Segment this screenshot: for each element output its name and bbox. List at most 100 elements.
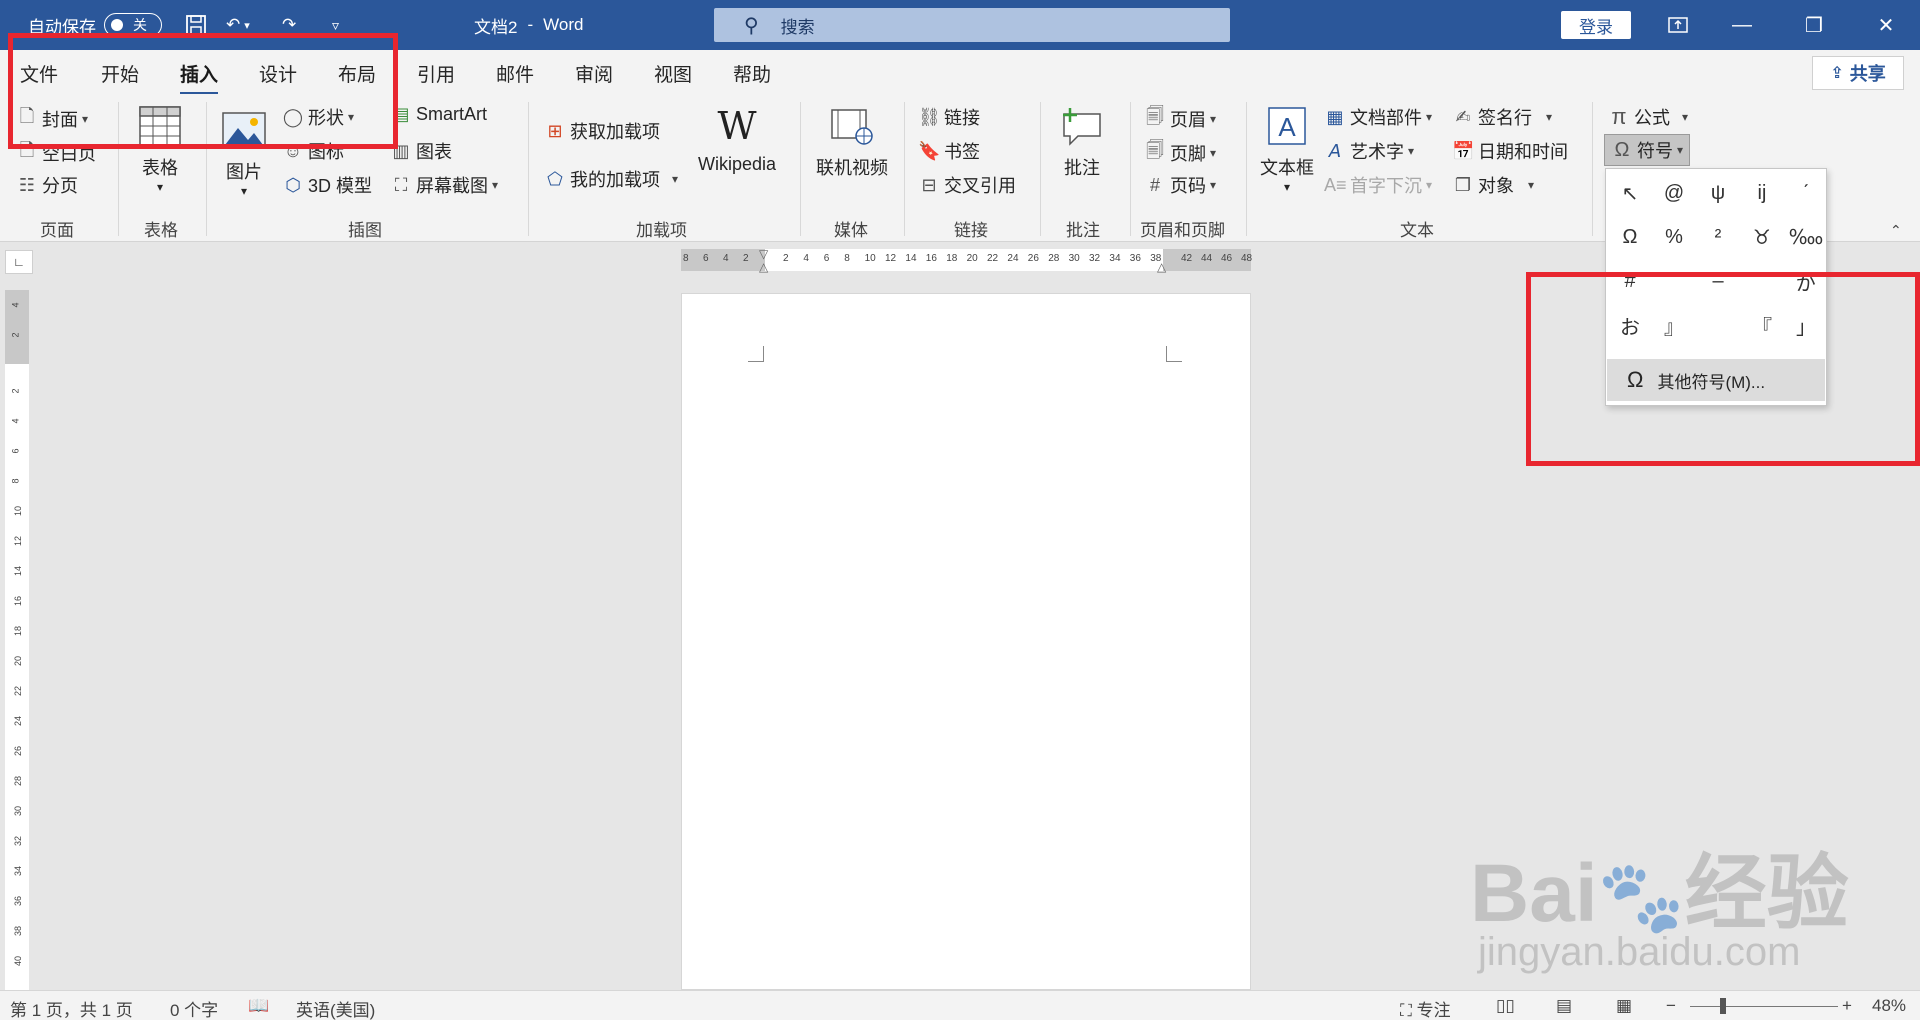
focus-mode-button[interactable]: ⛶ 专注 <box>1400 996 1451 1020</box>
search-input[interactable]: ⚲ 搜索 <box>714 8 1230 42</box>
chevron-down-icon: ▾ <box>1677 143 1684 157</box>
share-label: 共享 <box>1849 64 1886 84</box>
ruler-number: 36 <box>13 895 24 907</box>
tab-help[interactable]: 帮助 <box>733 60 771 87</box>
symbol-cell[interactable]: ♉ <box>1740 215 1784 259</box>
word-count[interactable]: 0 个字 <box>170 996 218 1020</box>
link-icon: ⛓ <box>918 106 941 127</box>
document-name: 文档2 <box>474 17 518 37</box>
collapse-ribbon-icon[interactable]: ⌃ <box>1890 222 1902 239</box>
proofing-icon[interactable]: 📖 <box>248 996 269 1016</box>
ruler-number: 10 <box>13 505 24 517</box>
page-break-button[interactable]: ☷ 分页 <box>16 172 78 198</box>
get-addins-button[interactable]: ⊞ 获取加载项 <box>544 118 660 144</box>
tab-references[interactable]: 引用 <box>417 60 455 87</box>
symbol-cell[interactable]: ↖ <box>1608 171 1652 215</box>
symbol-cell[interactable]: @ <box>1652 171 1696 215</box>
web-layout-icon[interactable]: ▦ <box>1616 996 1632 1016</box>
smartart-label: SmartArt <box>416 104 488 124</box>
read-mode-icon[interactable]: ▯▯ <box>1496 996 1515 1016</box>
tab-review[interactable]: 审阅 <box>575 60 613 87</box>
share-icon: ⇪ <box>1830 65 1844 82</box>
symbol-cell[interactable]: ‱ <box>1784 215 1828 259</box>
chevron-down-icon: ▾ <box>1210 112 1217 126</box>
cross-reference-button[interactable]: ⊟ 交叉引用 <box>918 172 1016 198</box>
wordart-button[interactable]: 𝘈 艺术字 ▾ <box>1324 138 1414 164</box>
bookmark-button[interactable]: 🔖 书签 <box>918 138 980 164</box>
watermark-brand2-text: 经验 <box>1684 848 1849 939</box>
ribbon-display-options-icon[interactable] <box>1646 0 1710 50</box>
wikipedia-button[interactable]: W Wikipedia <box>698 104 776 175</box>
ruler-number: 24 <box>13 715 24 727</box>
zoom-slider[interactable] <box>1690 998 1838 1014</box>
page-break-icon: ☷ <box>18 174 36 195</box>
tab-view[interactable]: 视图 <box>654 60 692 87</box>
get-addins-label: 获取加载项 <box>570 122 660 142</box>
app-name: Word <box>543 15 584 34</box>
smartart-button[interactable]: ▤ SmartArt <box>390 104 487 125</box>
login-button[interactable]: 登录 <box>1561 11 1631 39</box>
symbol-cell[interactable]: ĳ <box>1740 171 1784 215</box>
document-page[interactable] <box>681 293 1251 990</box>
page-break-label: 分页 <box>42 176 78 196</box>
share-button[interactable]: ⇪ 共享 <box>1812 56 1904 90</box>
page-number-button[interactable]: # 页码 ▾ <box>1144 172 1216 198</box>
drop-cap-button[interactable]: A≡ 首字下沉 ▾ <box>1324 172 1432 198</box>
symbol-cell[interactable]: ψ <box>1696 171 1740 215</box>
symbol-cell[interactable]: ² <box>1696 215 1740 259</box>
first-line-indent-marker[interactable]: ▽ <box>759 247 768 261</box>
zoom-slider-thumb[interactable] <box>1720 998 1726 1014</box>
ruler-number: 4 <box>10 302 21 308</box>
zoom-out-icon[interactable]: − <box>1666 996 1676 1016</box>
3d-model-button[interactable]: ⬡ 3D 模型 <box>282 172 372 198</box>
object-label: 对象 <box>1478 176 1514 196</box>
language-status[interactable]: 英语(美国) <box>296 996 375 1020</box>
object-button[interactable]: ❐ 对象 ▾ <box>1452 172 1534 198</box>
signature-line-button[interactable]: ✍ 签名行 ▾ <box>1452 104 1552 130</box>
comment-button[interactable]: 批注 <box>1060 104 1104 180</box>
symbol-button[interactable]: Ω 符号 ▾ <box>1604 134 1691 166</box>
symbol-cell[interactable]: ˊ <box>1784 171 1828 215</box>
ruler-number: 10 <box>864 253 876 264</box>
hanging-indent-marker[interactable]: △ <box>759 260 768 274</box>
link-button[interactable]: ⛓ 链接 <box>918 104 980 130</box>
restore-icon[interactable]: ❐ <box>1782 0 1846 50</box>
group-label-addins: 加载项 <box>636 221 687 240</box>
zoom-in-icon[interactable]: + <box>1842 996 1852 1016</box>
print-layout-icon[interactable]: ▤ <box>1556 996 1572 1016</box>
online-video-button[interactable]: 联机视频 <box>816 104 888 180</box>
right-indent-marker[interactable]: △ <box>1157 260 1166 274</box>
quick-parts-button[interactable]: ▦ 文档部件 ▾ <box>1324 104 1432 130</box>
vertical-ruler[interactable]: 4 2 2 4 6 8 10 12 14 16 18 20 22 24 26 28 30 32 34 36 38 40 <box>5 290 29 990</box>
header-button[interactable]: 🗐 页眉 ▾ <box>1144 104 1216 134</box>
close-icon[interactable]: ✕ <box>1854 0 1918 50</box>
minimize-icon[interactable]: — <box>1710 0 1774 50</box>
ruler-number: 34 <box>1109 253 1121 264</box>
ruler-number: 6 <box>703 253 709 264</box>
quick-parts-icon: ▦ <box>1326 106 1344 127</box>
page-count[interactable]: 第 1 页，共 1 页 <box>10 996 133 1020</box>
group-label-header-footer: 页眉和页脚 <box>1140 221 1225 240</box>
screenshot-button[interactable]: ⛶ 屏幕截图 ▾ <box>390 172 498 198</box>
my-addins-button[interactable]: ⬠ 我的加载项 ▾ <box>544 166 678 192</box>
footer-button[interactable]: 🗐 页脚 ▾ <box>1144 138 1216 168</box>
equation-label: 公式 <box>1634 108 1670 128</box>
tab-selector[interactable]: ∟ <box>5 250 33 274</box>
ruler-number: 2 <box>743 253 749 264</box>
cube-icon: ⬡ <box>285 174 301 195</box>
horizontal-ruler[interactable]: 8 6 4 2 2 4 6 8 10 12 14 16 18 20 22 24 26 28 30 32 34 36 38 42… <box>681 247 1252 274</box>
zoom-level[interactable]: 48% <box>1872 996 1906 1016</box>
symbol-cell[interactable]: % <box>1652 215 1696 259</box>
equation-button[interactable]: π 公式 ▾ <box>1608 104 1688 130</box>
chart-button[interactable]: ▥ 图表 <box>390 138 452 164</box>
chevron-down-icon: ▾ <box>1210 178 1217 192</box>
tab-mailings[interactable]: 邮件 <box>496 60 534 87</box>
ruler-number: 8 <box>683 253 689 264</box>
group-divider <box>1040 102 1041 236</box>
chevron-down-icon: ▾ <box>1546 110 1553 124</box>
symbol-cell[interactable]: Ω <box>1608 215 1652 259</box>
date-time-button[interactable]: 📅 日期和时间 <box>1452 138 1568 164</box>
title-separator: - <box>527 15 534 34</box>
text-box-button[interactable]: A 文本框 ▾ <box>1260 104 1314 194</box>
ruler-number: 44 <box>1201 253 1213 264</box>
